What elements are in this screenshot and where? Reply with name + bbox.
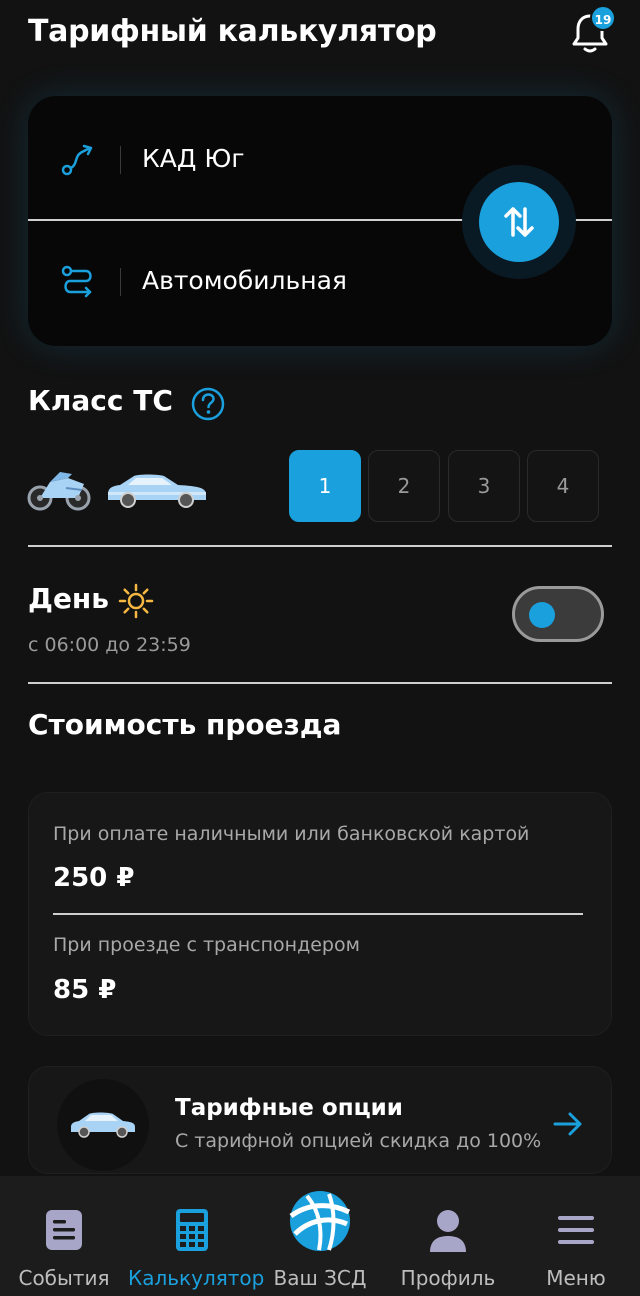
vehicle-class-3-button[interactable]: 3 <box>448 450 520 522</box>
toggle-knob <box>529 602 555 628</box>
vehicle-class-title: Класс ТС <box>28 384 173 417</box>
cash-price-value: 250 ₽ <box>53 863 135 893</box>
swap-arrows-icon <box>504 207 534 237</box>
car-icon <box>108 474 206 508</box>
nav-profile[interactable]: Профиль <box>384 1176 512 1296</box>
transponder-price-label: При проезде с транспондером <box>53 934 360 956</box>
cash-price-label: При оплате наличными или банковской карт… <box>53 823 530 845</box>
tariff-options-subtitle: С тарифной опцией скидка до 100% <box>175 1130 542 1152</box>
section-divider <box>28 682 612 684</box>
route-from-row[interactable]: КАД Юг <box>28 120 468 200</box>
header: Тарифный калькулятор 19 <box>0 0 640 80</box>
page-title: Тарифный калькулятор <box>28 14 437 49</box>
time-period-title-wrap: День <box>28 582 109 622</box>
swap-route-button[interactable] <box>479 182 559 262</box>
route-separator <box>120 268 121 296</box>
route-to-row[interactable]: Автомобильная <box>28 242 468 322</box>
route-to-text: Автомобильная <box>142 266 347 295</box>
calculator-icon <box>176 1209 208 1251</box>
vehicle-class-1-button[interactable]: 1 <box>289 450 361 522</box>
hamburger-menu-icon <box>558 1216 594 1244</box>
section-divider <box>28 545 612 547</box>
arrow-right-icon <box>553 1112 582 1136</box>
vehicle-icons <box>27 472 206 511</box>
time-period-title: День <box>28 582 109 615</box>
help-icon[interactable] <box>190 386 226 422</box>
cost-title: Стоимость проезда <box>28 708 342 741</box>
sun-icon <box>118 583 154 619</box>
tariff-options-title: Тарифные опции <box>175 1095 403 1121</box>
motorcycle-icon <box>27 472 91 511</box>
zsd-logo-icon <box>289 1191 351 1251</box>
vehicle-class-4-button[interactable]: 4 <box>527 450 599 522</box>
price-card: При оплате наличными или банковской карт… <box>28 792 612 1036</box>
day-night-toggle[interactable] <box>512 586 604 642</box>
price-divider <box>53 913 583 915</box>
car-icon <box>71 1112 135 1138</box>
route-start-icon <box>61 144 93 176</box>
nav-calculator[interactable]: Калькулятор <box>128 1176 265 1296</box>
route-card: КАД Юг Автомобильная <box>28 96 612 346</box>
events-icon <box>46 1210 82 1250</box>
nav-events[interactable]: События <box>0 1176 128 1296</box>
route-from-text: КАД Юг <box>142 144 245 173</box>
nav-zsd-label: Ваш ЗСД <box>273 1266 367 1290</box>
nav-menu-label: Меню <box>546 1266 606 1290</box>
nav-profile-label: Профиль <box>400 1266 496 1290</box>
transponder-price-value: 85 ₽ <box>53 975 117 1005</box>
route-separator <box>120 146 121 174</box>
nav-calculator-label: Калькулятор <box>128 1266 265 1290</box>
vehicle-class-2-button[interactable]: 2 <box>368 450 440 522</box>
nav-menu[interactable]: Меню <box>512 1176 640 1296</box>
bottom-nav: События Калькулятор Ваш ЗСД Профиль Меню <box>0 1176 640 1296</box>
notification-badge: 19 <box>590 5 616 31</box>
tariff-options-card[interactable]: Тарифные опции С тарифной опцией скидка … <box>28 1066 612 1174</box>
nav-zsd[interactable]: Ваш ЗСД <box>256 1176 384 1296</box>
nav-events-label: События <box>18 1266 110 1290</box>
time-period-subtitle: с 06:00 до 23:59 <box>28 634 191 656</box>
profile-icon <box>430 1210 466 1252</box>
route-end-icon <box>61 265 92 298</box>
